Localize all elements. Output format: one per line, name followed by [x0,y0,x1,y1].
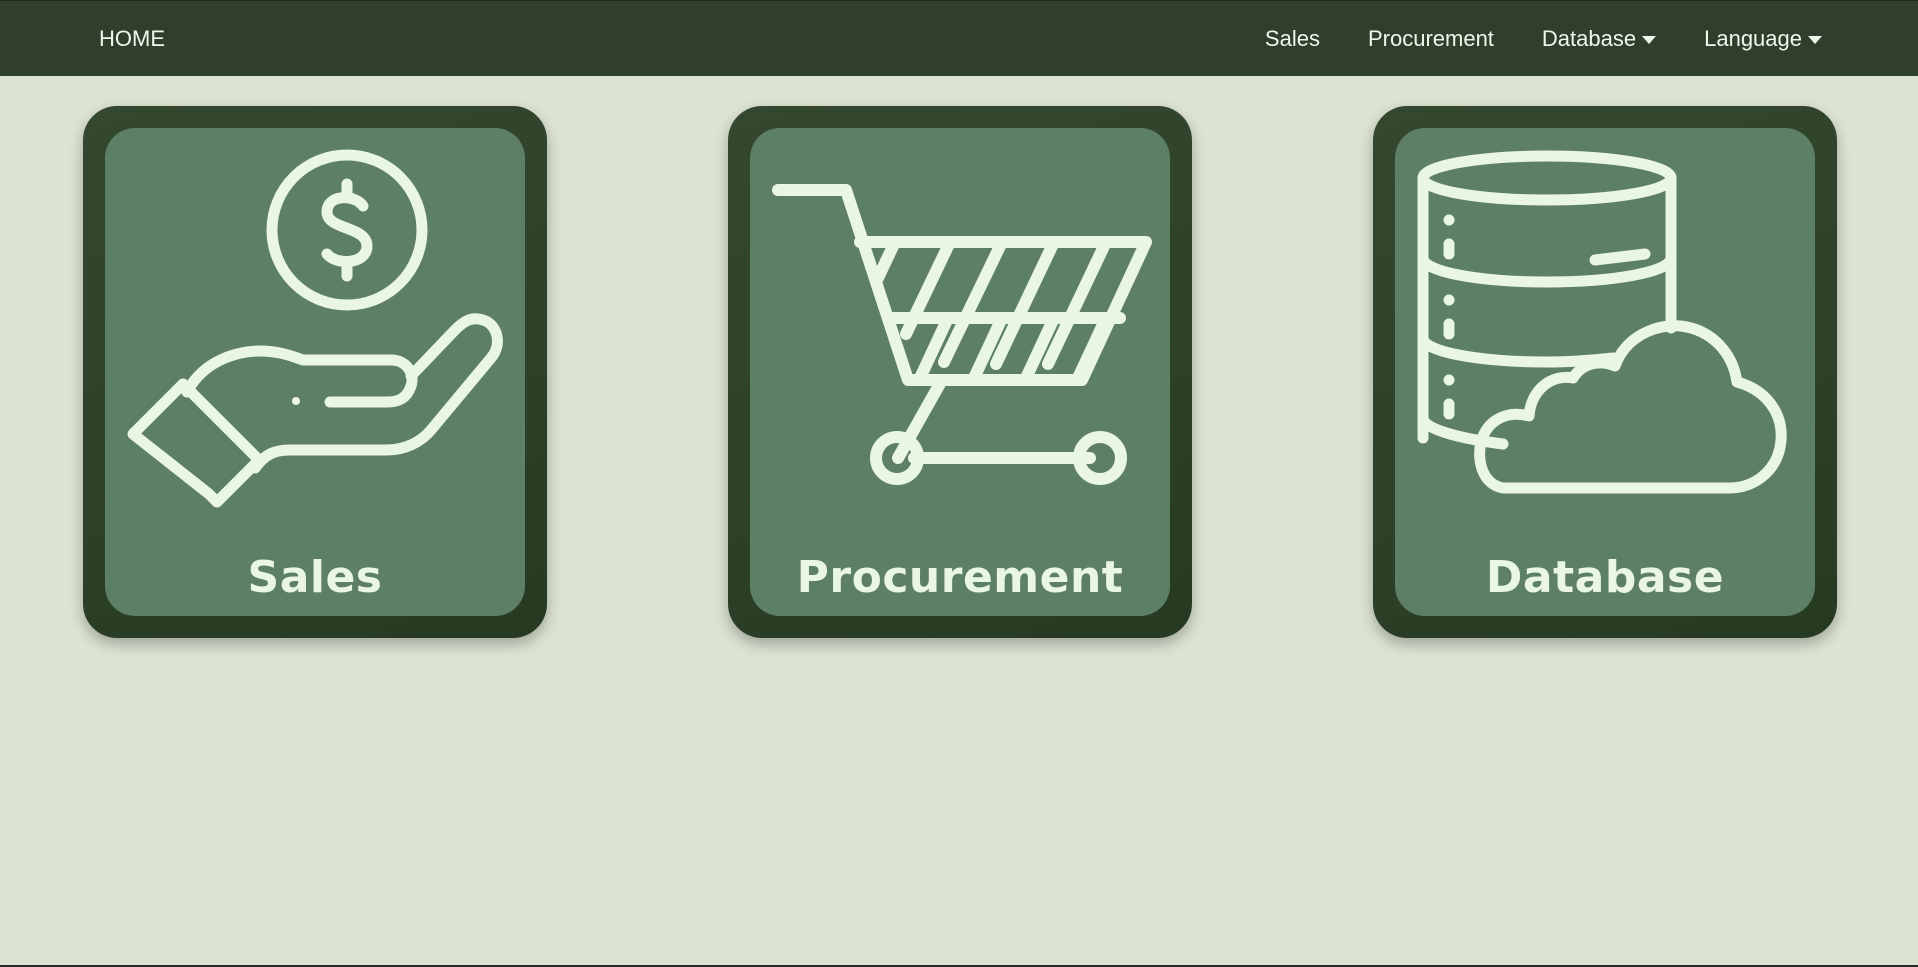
caret-down-icon [1808,36,1822,44]
sales-card-panel: Sales [105,128,525,616]
nav-link-procurement-label: Procurement [1367,26,1494,51]
sales-card[interactable]: Sales [83,106,547,638]
nav-dropdown-language-label: Language [1704,26,1802,51]
procurement-card[interactable]: Procurement [728,106,1192,638]
top-navbar: HOME Sales Procurement Database Language [0,0,1918,76]
database-card-panel: Database [1395,128,1815,616]
caret-down-icon [1642,36,1657,44]
nav-dropdown-database[interactable]: Database [1541,26,1657,52]
database-card-title: Database [1485,552,1725,603]
hand-coin-icon [127,149,503,508]
nav-link-sales-label: Sales [1264,26,1320,51]
nav-dropdown-language[interactable]: Language [1704,26,1822,52]
nav-dropdown-database-label: Database [1541,26,1637,51]
nav-home-link[interactable]: HOME [99,1,165,77]
nav-link-procurement[interactable]: Procurement [1368,26,1494,52]
nav-menu: Sales Procurement Database Language [1217,1,1822,77]
database-card[interactable]: Database [1373,106,1837,638]
procurement-card-title: Procurement [796,552,1124,603]
database-cloud-icon [1417,150,1787,494]
nav-link-sales[interactable]: Sales [1265,26,1320,52]
sales-card-title: Sales [247,552,383,603]
procurement-card-panel: Procurement [750,128,1170,616]
shopping-cart-icon [772,184,1152,485]
